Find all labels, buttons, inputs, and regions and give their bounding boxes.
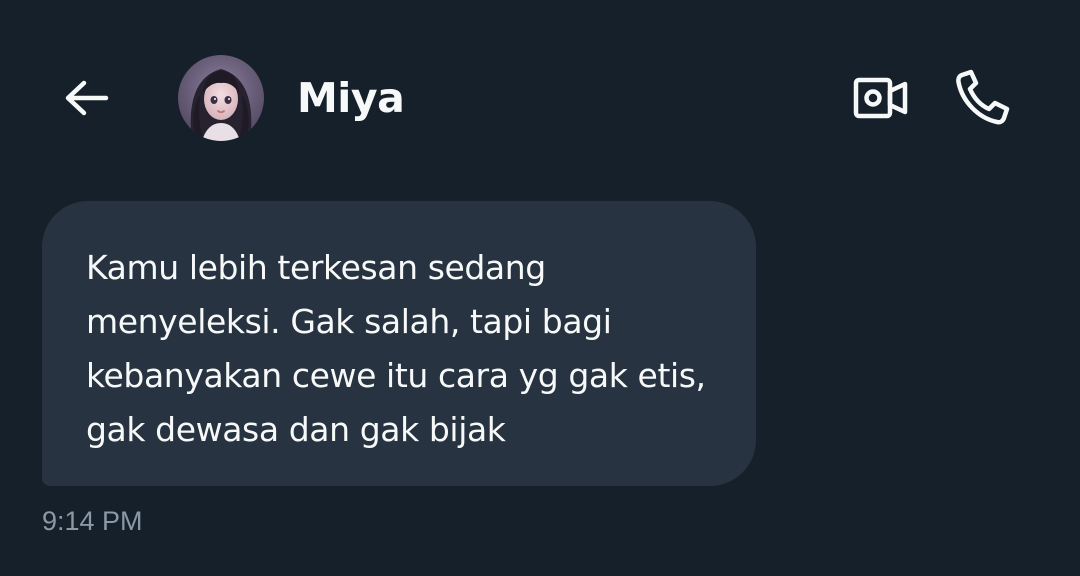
avatar-image bbox=[178, 55, 264, 141]
message-bubble[interactable]: Kamu lebih terkesan sedang menyeleksi. G… bbox=[42, 201, 756, 486]
phone-icon bbox=[956, 69, 1010, 125]
dm-conversation-screen: Miya Kamu lebih terkesan sedang menyelek… bbox=[0, 0, 1080, 576]
message-timestamp: 9:14 PM bbox=[42, 506, 143, 536]
video-camera-icon bbox=[853, 77, 908, 119]
video-call-button[interactable] bbox=[848, 68, 914, 128]
message-text: Kamu lebih terkesan sedang menyeleksi. G… bbox=[86, 248, 706, 449]
arrow-left-icon bbox=[65, 80, 109, 116]
back-button[interactable] bbox=[58, 70, 114, 126]
contact-name[interactable]: Miya bbox=[297, 72, 405, 124]
avatar[interactable] bbox=[178, 55, 264, 141]
voice-call-button[interactable] bbox=[950, 64, 1016, 130]
